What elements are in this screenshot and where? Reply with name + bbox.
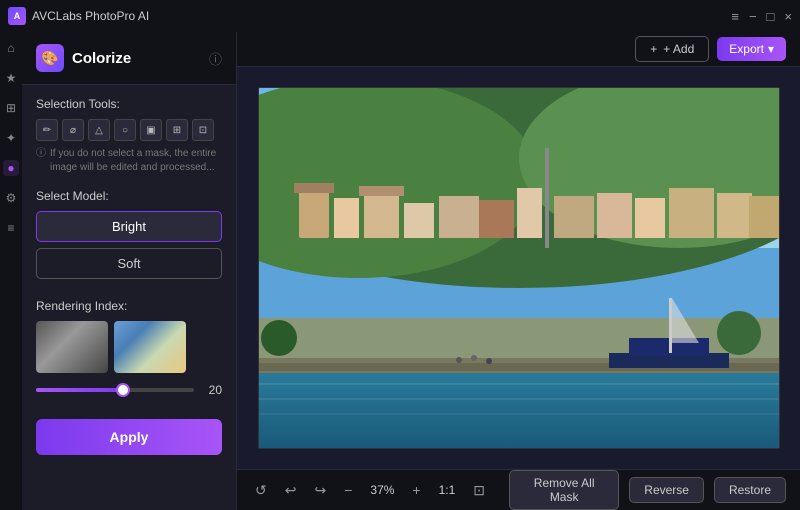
apply-button[interactable]: Apply [36, 419, 222, 455]
model-label: Select Model: [36, 189, 222, 203]
app-title: AVCLabs PhotoPro AI [32, 9, 731, 23]
info-small-icon: ⓘ [36, 147, 46, 175]
sidebar-content: Selection Tools: ✏ ⌀ △ ○ ▣ ⊞ ⊡ ⓘ If you … [22, 85, 236, 510]
add-plus-icon: + [650, 42, 657, 56]
close-icon[interactable]: × [784, 9, 792, 24]
titlebar: A AVCLabs PhotoPro AI ≡ − □ × [0, 0, 800, 32]
sidebar-header: 🎨 Colorize ⓘ [22, 32, 236, 85]
nav-effects-icon[interactable]: ✦ [3, 130, 19, 146]
sidebar-title: Colorize [72, 50, 209, 67]
zoom-level: 37% [366, 483, 398, 497]
rendering-label: Rendering Index: [36, 299, 222, 313]
colorize-icon: 🎨 [36, 44, 64, 72]
nav-menu-icon[interactable]: ≡ [3, 220, 19, 236]
image-area [237, 67, 800, 469]
harbor-image [259, 88, 779, 448]
top-toolbar: + + Add Export ▾ [237, 32, 800, 67]
preview-thumbnails [36, 321, 222, 373]
nav-star-icon[interactable]: ★ [3, 70, 19, 86]
nav-settings-icon[interactable]: ⚙ [3, 190, 19, 206]
add-button[interactable]: + + Add [635, 36, 709, 62]
selection-info: ⓘ If you do not select a mask, the entir… [36, 147, 222, 175]
restore-button[interactable]: Restore [714, 477, 786, 503]
image-frame [258, 87, 780, 449]
one-to-one[interactable]: 1:1 [435, 483, 460, 497]
nav-icon-strip: ⌂ ★ ⊞ ✦ ● ⚙ ≡ [0, 32, 22, 510]
export-button[interactable]: Export ▾ [717, 37, 786, 61]
selection-tools-label: Selection Tools: [36, 97, 222, 111]
refresh-icon[interactable]: ↺ [251, 478, 271, 503]
rendering-slider-thumb[interactable] [116, 383, 130, 397]
undo-icon[interactable]: ↩ [281, 478, 301, 503]
rendering-section: Rendering Index: 20 [36, 299, 222, 397]
remove-all-mask-button[interactable]: Remove All Mask [509, 470, 619, 510]
content-area: + + Add Export ▾ [237, 32, 800, 510]
smart-select-tool[interactable]: ⊞ [166, 119, 188, 141]
rendering-slider-fill [36, 388, 123, 392]
soft-model-button[interactable]: Soft [36, 248, 222, 279]
rendering-value: 20 [202, 383, 222, 397]
zoom-in-icon[interactable]: + [408, 478, 424, 502]
zoom-out-icon[interactable]: − [340, 478, 356, 502]
nav-home-icon[interactable]: ⌂ [3, 40, 19, 56]
ellipse-tool[interactable]: ○ [114, 119, 136, 141]
maximize-icon[interactable]: □ [767, 9, 775, 24]
color-thumbnail [114, 321, 186, 373]
magic-wand-tool[interactable]: ⊡ [192, 119, 214, 141]
rendering-slider-row: 20 [36, 383, 222, 397]
rendering-slider-track[interactable] [36, 388, 194, 392]
nav-colorize-icon[interactable]: ● [3, 160, 19, 176]
window-controls[interactable]: ≡ − □ × [731, 9, 792, 24]
rect-select-tool[interactable]: ▣ [140, 119, 162, 141]
harbor-svg [259, 88, 779, 448]
menu-icon[interactable]: ≡ [731, 9, 739, 24]
bw-thumbnail [36, 321, 108, 373]
info-icon[interactable]: ⓘ [209, 49, 222, 68]
minimize-icon[interactable]: − [749, 9, 757, 24]
fit-icon[interactable]: ⊡ [469, 478, 489, 503]
reverse-button[interactable]: Reverse [629, 477, 704, 503]
selection-tools-icons: ✏ ⌀ △ ○ ▣ ⊞ ⊡ [36, 119, 222, 141]
redo-icon[interactable]: ↪ [310, 478, 330, 503]
export-chevron-icon: ▾ [768, 42, 774, 56]
model-section: Select Model: Bright Soft [36, 189, 222, 285]
sidebar: 🎨 Colorize ⓘ Selection Tools: ✏ ⌀ △ ○ ▣ … [22, 32, 237, 510]
bottom-toolbar: ↺ ↩ ↪ − 37% + 1:1 ⊡ Remove All Mask Reve… [237, 469, 800, 510]
lasso-tool[interactable]: ⌀ [62, 119, 84, 141]
app-logo: A [8, 7, 26, 25]
nav-grid-icon[interactable]: ⊞ [3, 100, 19, 116]
pen-tool[interactable]: ✏ [36, 119, 58, 141]
polygon-tool[interactable]: △ [88, 119, 110, 141]
selection-info-text: If you do not select a mask, the entire … [50, 147, 222, 175]
bright-model-button[interactable]: Bright [36, 211, 222, 242]
